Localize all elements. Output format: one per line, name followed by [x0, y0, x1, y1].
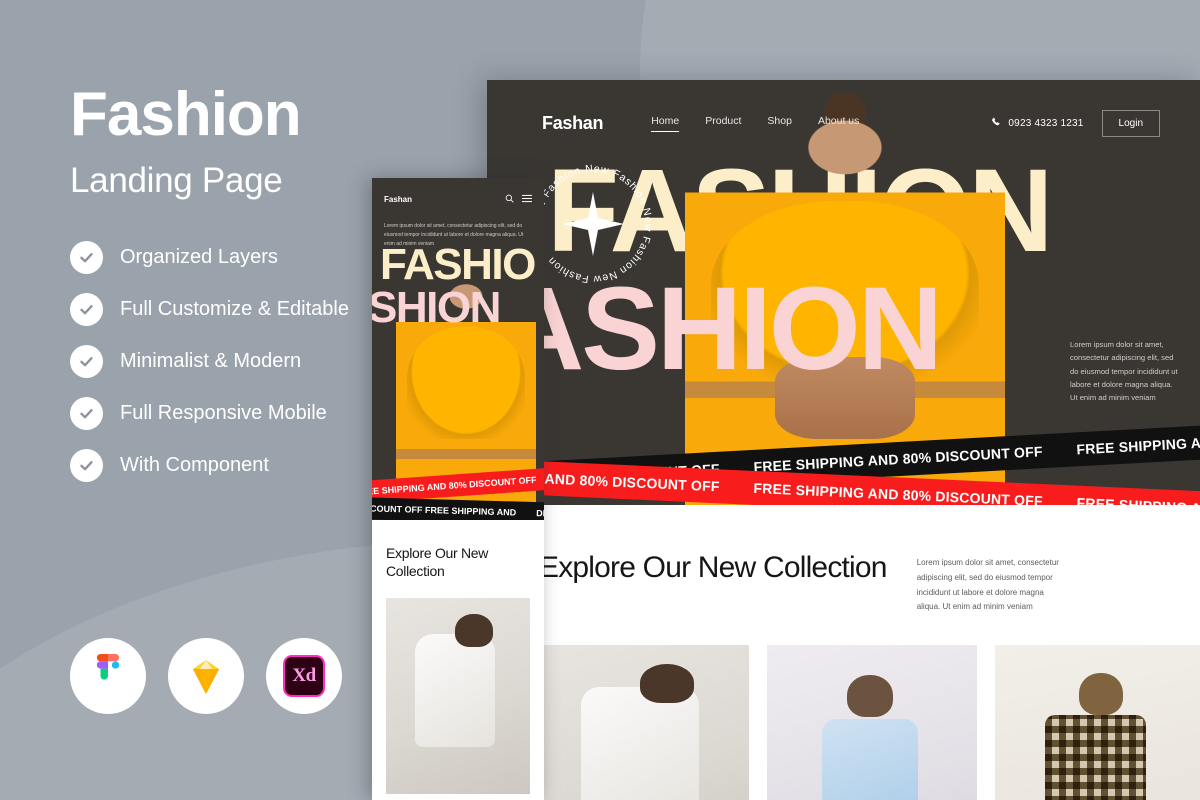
app-format-icons: Xd	[70, 638, 342, 714]
product-image	[386, 598, 530, 795]
login-button[interactable]: Login	[1101, 110, 1160, 137]
nav-links: Home Product Shop About us	[651, 115, 859, 132]
marquee-text: FREE SHIPPING AND 80% DISCOUNT OFF	[753, 479, 1044, 505]
new-fashion-badge: New Fashion New Fashion New Fashion New …	[527, 158, 659, 290]
page-title: Fashion	[70, 80, 302, 149]
mobile-collection-title: Explore Our New Collection	[386, 545, 489, 580]
hamburger-menu-icon[interactable]	[522, 190, 532, 208]
phone-contact[interactable]: 0923 4323 1231	[991, 115, 1083, 133]
feature-label: Full Responsive Mobile	[120, 402, 327, 425]
check-icon	[70, 449, 103, 483]
mobile-collection-section: Explore Our New Collection	[372, 520, 544, 580]
marquee-text: FREE SHIPPING AND 80% DISCOUNT OFF	[753, 443, 1043, 475]
figma-icon	[70, 638, 146, 714]
marquee-text: FREE SHIPPING AND 80% DISCOUNT OFF	[1076, 426, 1200, 458]
nav-link-home[interactable]: Home	[651, 115, 680, 132]
marquee-text: DISCOUNT OFF FREE SHIPPING AND	[535, 508, 544, 520]
product-card[interactable]	[539, 645, 749, 800]
adobe-xd-icon: Xd	[266, 638, 342, 714]
feature-label: Full Customize & Editable	[120, 298, 349, 321]
adobe-xd-label: Xd	[283, 655, 325, 697]
mobile-hero: Fashan Lorem ipsum dolor sit amet, conse…	[372, 178, 544, 520]
check-icon	[70, 241, 103, 275]
mobile-nav-icons	[505, 190, 532, 208]
collection-title: Explore Our New Collection	[539, 551, 887, 584]
phone-number: 0923 4323 1231	[1008, 118, 1084, 129]
mobile-mockup: Fashan Lorem ipsum dolor sit amet, conse…	[372, 178, 544, 800]
search-icon[interactable]	[505, 190, 514, 208]
nav-link-shop[interactable]: Shop	[767, 115, 792, 132]
hero-paragraph: Lorem ipsum dolor sit amet, consectetur …	[1070, 340, 1178, 403]
product-image	[539, 645, 749, 800]
product-card[interactable]	[995, 645, 1200, 800]
collection-paragraph: Lorem ipsum dolor sit amet, consectetur …	[916, 558, 1059, 612]
check-icon	[70, 397, 103, 431]
site-logo[interactable]: Fashan	[542, 113, 604, 134]
phone-icon	[991, 115, 1002, 133]
sparkle-icon	[562, 192, 624, 256]
nav-right-group: 0923 4323 1231 Login	[991, 110, 1160, 137]
sketch-icon	[168, 638, 244, 714]
product-card-list	[487, 615, 1200, 800]
desktop-navbar: Fashan Home Product Shop About us 0923 4…	[487, 80, 1200, 137]
product-card[interactable]	[386, 598, 530, 795]
marquee-text: FREE SHIPPING AND 80% DISCOUNT OFF	[1076, 495, 1200, 505]
marquee-text: DISCOUNT OFF FREE SHIPPING AND	[372, 503, 517, 518]
mobile-navbar: Fashan	[372, 178, 544, 208]
feature-label: Organized Layers	[120, 246, 278, 269]
feature-label: With Component	[120, 454, 269, 477]
feature-label: Minimalist & Modern	[120, 350, 302, 373]
nav-link-about-us[interactable]: About us	[818, 115, 859, 132]
check-icon	[70, 345, 103, 379]
desktop-hero: Fashan Home Product Shop About us 0923 4…	[487, 80, 1200, 505]
collection-section: Explore Our New Collection Lorem ipsum d…	[487, 505, 1200, 616]
product-image	[767, 645, 977, 800]
nav-link-product[interactable]: Product	[705, 115, 741, 132]
product-card[interactable]	[767, 645, 977, 800]
check-icon	[70, 293, 103, 327]
product-image	[995, 645, 1200, 800]
site-logo[interactable]: Fashan	[384, 195, 412, 204]
mobile-headline-bottom: SHION	[372, 283, 501, 332]
desktop-mockup: Fashan Home Product Shop About us 0923 4…	[487, 80, 1200, 800]
